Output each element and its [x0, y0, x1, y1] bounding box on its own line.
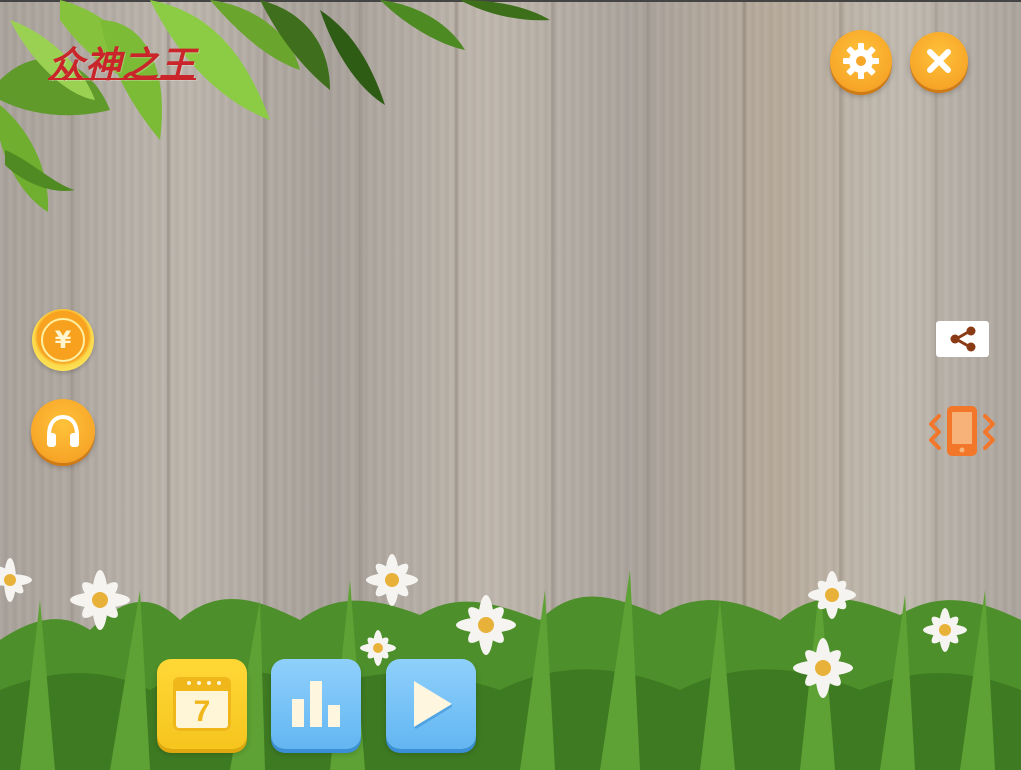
leaderboard-button[interactable] [271, 659, 361, 749]
coin-symbol: ¥ [54, 326, 72, 354]
calendar-icon: 7 [173, 677, 231, 731]
game-scene [0, 0, 1021, 770]
play-icon [414, 681, 452, 729]
audio-button[interactable] [31, 399, 95, 463]
settings-button[interactable] [830, 30, 892, 92]
vibrate-button[interactable] [925, 404, 999, 460]
gear-icon [843, 43, 879, 79]
grass [0, 570, 1021, 770]
calendar-button[interactable]: 7 [157, 659, 247, 749]
calendar-header [173, 677, 231, 691]
headphones-icon [47, 414, 79, 447]
bar-chart-icon [292, 681, 340, 727]
yuan-coin-icon: ¥ [41, 318, 85, 362]
vibrate-phone-icon [929, 406, 995, 456]
coin-button[interactable]: ¥ [32, 309, 94, 371]
calendar-rings [187, 681, 191, 685]
share-icon [950, 326, 975, 352]
close-icon [927, 49, 951, 73]
close-button[interactable] [910, 32, 968, 90]
calendar-day: 7 [193, 695, 211, 728]
grass-and-flowers [0, 554, 1021, 770]
app-title: 众神之王 [48, 44, 197, 86]
play-button[interactable] [386, 659, 476, 749]
share-button[interactable] [936, 321, 989, 357]
